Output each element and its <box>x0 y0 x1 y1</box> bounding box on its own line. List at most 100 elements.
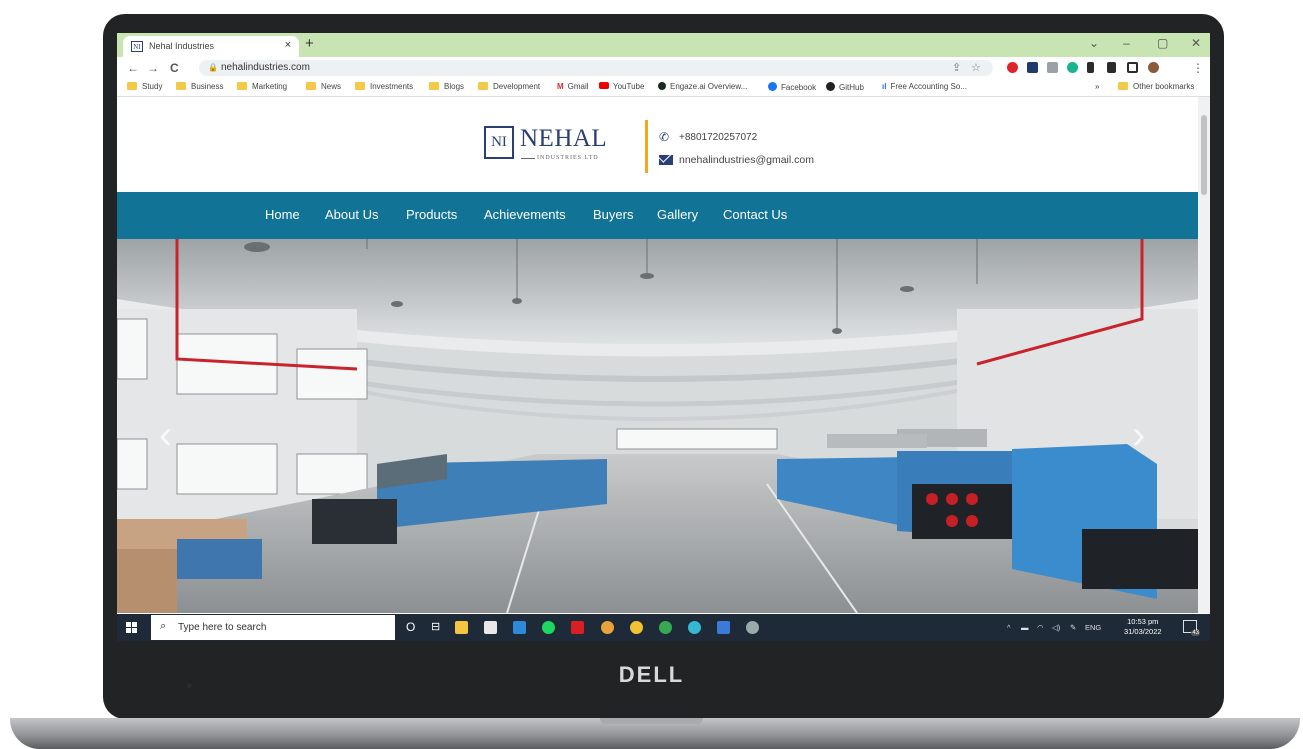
bookmark-marketing[interactable]: Marketing <box>237 82 287 91</box>
taskbar-search[interactable]: ⌕ Type here to search <box>151 615 395 640</box>
bookmark-label: Other bookmarks <box>1133 82 1195 91</box>
spotify-icon[interactable] <box>542 621 555 634</box>
minimize-button[interactable]: – <box>1123 36 1130 50</box>
phone-icon: ✆ <box>659 130 670 144</box>
nav-achievements[interactable]: Achievements <box>484 207 566 222</box>
laptop-lid-notch <box>600 718 703 724</box>
windows-start-icon[interactable] <box>126 622 137 633</box>
bookmark-github[interactable]: GitHub <box>826 82 864 92</box>
page-scrollbar[interactable] <box>1198 97 1210 613</box>
bookmark-youtube[interactable]: YouTube <box>599 82 644 91</box>
opera-extension-icon[interactable] <box>1007 62 1018 73</box>
profile-avatar[interactable] <box>1148 62 1159 73</box>
other-bookmarks[interactable]: Other bookmarks <box>1118 82 1194 91</box>
nav-contact-us[interactable]: Contact Us <box>723 207 787 222</box>
bookmark-facebook[interactable]: Facebook <box>768 82 816 92</box>
bookmark-label: Business <box>191 82 224 91</box>
search-icon: ⌕ <box>160 620 167 632</box>
email-address[interactable]: nnehalindustries@gmail.com <box>679 154 814 166</box>
main-navigation: Home About Us Products Achievements Buye… <box>117 192 1198 239</box>
chrome-profile-icon[interactable] <box>630 621 643 634</box>
folder-icon <box>237 82 247 90</box>
close-tab-icon[interactable]: × <box>285 39 291 51</box>
nav-gallery[interactable]: Gallery <box>657 207 698 222</box>
logo-name[interactable]: NEHAL <box>520 125 607 153</box>
reload-button[interactable]: C <box>170 61 179 75</box>
browser-tab[interactable]: NI Nehal Industries × <box>123 36 299 57</box>
bookmark-blogs[interactable]: Blogs <box>429 82 464 91</box>
nav-about-us[interactable]: About Us <box>325 207 378 222</box>
bookmark-study[interactable]: Study <box>127 82 162 91</box>
nav-products[interactable]: Products <box>406 207 457 222</box>
bookmark-star-icon[interactable]: ☆ <box>971 61 981 74</box>
bookmark-label: Blogs <box>444 82 465 91</box>
bookmark-business[interactable]: Business <box>176 82 223 91</box>
maximize-button[interactable]: ▢ <box>1157 36 1168 50</box>
language-indicator[interactable]: ENG <box>1085 623 1101 632</box>
app-window-icon[interactable] <box>717 621 730 634</box>
bookmark-investments[interactable]: Investments <box>355 82 413 91</box>
start-pane <box>126 628 131 633</box>
bookmark-label: Development <box>493 82 541 91</box>
forward-button[interactable]: → <box>147 61 159 75</box>
battery-icon[interactable]: ▬ <box>1021 623 1029 632</box>
bookmarks-bar: Study Business Marketing News Investment… <box>117 79 1210 97</box>
bookmark-engaze[interactable]: Engaze.ai Overview... <box>658 82 747 91</box>
bookmark-news[interactable]: News <box>306 82 341 91</box>
app-icon[interactable] <box>688 621 701 634</box>
file-explorer-icon[interactable] <box>455 621 468 634</box>
side-panel-icon[interactable] <box>1127 62 1138 73</box>
header-divider <box>645 120 648 173</box>
phone-number[interactable]: +8801720257072 <box>679 132 757 143</box>
back-button[interactable]: ← <box>127 61 139 75</box>
scrollbar-thumb[interactable] <box>1201 115 1207 195</box>
bookmark-label: GitHub <box>839 83 864 92</box>
nav-home[interactable]: Home <box>265 207 300 222</box>
cortana-icon[interactable]: O <box>406 620 415 634</box>
menu-kebab-icon[interactable]: ⋮ <box>1192 61 1204 75</box>
engaze-icon <box>658 82 666 90</box>
address-bar[interactable]: 🔒 nehalindustries.com ⇪ ☆ <box>199 60 993 76</box>
laptop-brand-logo: DELL <box>618 662 685 687</box>
puzzle-extensions-icon[interactable] <box>1107 62 1116 73</box>
netflix-icon[interactable] <box>571 621 584 634</box>
chrome-dev-icon[interactable] <box>659 621 672 634</box>
folder-icon <box>127 82 137 90</box>
task-view-icon[interactable]: ⊟ <box>431 620 440 633</box>
grammarly-extension-icon[interactable] <box>1067 62 1078 73</box>
more-bookmarks-button[interactable]: » <box>1095 82 1099 91</box>
folder-icon <box>355 82 365 90</box>
slider-next-arrow[interactable]: › <box>1132 413 1145 458</box>
slider-prev-arrow[interactable]: ‹ <box>159 413 172 458</box>
folder-icon <box>429 82 439 90</box>
new-tab-button[interactable]: + <box>305 35 314 52</box>
calendar-app-icon[interactable] <box>484 621 497 634</box>
bookmark-label: YouTube <box>613 82 645 91</box>
bookmark-development[interactable]: Development <box>478 82 540 91</box>
folder-icon <box>1118 82 1128 90</box>
share-icon[interactable]: ⇪ <box>952 61 961 74</box>
nav-buyers[interactable]: Buyers <box>593 207 633 222</box>
extension-icon[interactable] <box>1027 62 1038 73</box>
bookmark-gmail[interactable]: M Gmail <box>557 82 589 91</box>
system-clock[interactable]: 10:53 pm 31/03/2022 <box>1124 617 1162 637</box>
url-text: nehalindustries.com <box>221 62 310 73</box>
chrome-icon[interactable] <box>601 621 614 634</box>
folder-icon <box>176 82 186 90</box>
pin-extension-icon[interactable] <box>1087 62 1094 73</box>
vscode-icon[interactable] <box>513 621 526 634</box>
notification-count: 43 <box>1191 630 1200 636</box>
bookmark-free-accounting[interactable]: ıl Free Accounting So... <box>882 82 967 91</box>
camera-extension-icon[interactable] <box>1047 62 1058 73</box>
laptop-screen: NI Nehal Industries × + ⌄ – ▢ ✕ ← → C 🔒 … <box>117 33 1210 641</box>
snipping-tool-icon[interactable] <box>746 621 759 634</box>
site-header: NI NEHAL INDUSTRIES LTD ✆ +8801720257072… <box>117 97 1198 192</box>
close-window-button[interactable]: ✕ <box>1191 36 1201 50</box>
logo-mark[interactable]: NI <box>484 126 514 159</box>
show-hidden-icons[interactable]: ^ <box>1007 623 1011 632</box>
notification-center-icon[interactable]: 43 <box>1183 620 1200 636</box>
wifi-icon[interactable]: ◠ <box>1037 623 1044 632</box>
pen-icon[interactable]: ✎ <box>1070 623 1076 632</box>
volume-icon[interactable]: ◁) <box>1052 623 1060 632</box>
tab-search-icon[interactable]: ⌄ <box>1089 36 1099 50</box>
